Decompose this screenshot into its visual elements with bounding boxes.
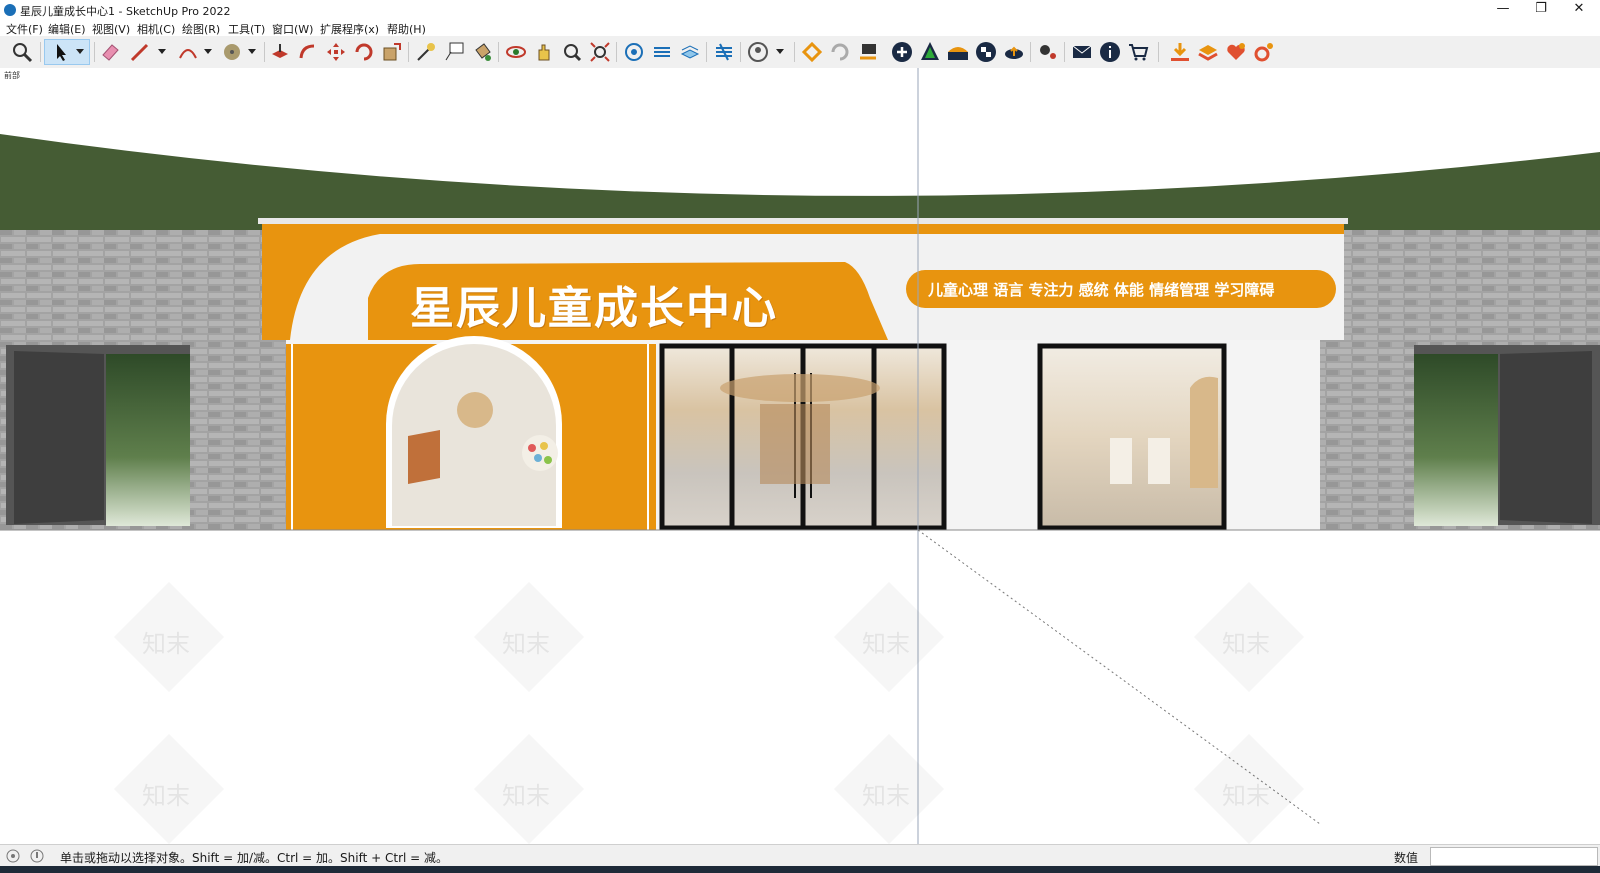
watermark-text: 知末	[142, 630, 190, 658]
toolbar-separator	[40, 42, 41, 62]
zoom-icon[interactable]	[10, 40, 34, 64]
pencil-dropdown-icon[interactable]	[158, 49, 166, 54]
menu-file[interactable]: 文件(F)	[6, 21, 43, 37]
scene-tab-label[interactable]: 前部	[4, 70, 20, 81]
mail-icon[interactable]	[1070, 40, 1094, 64]
menu-camera[interactable]: 相机(C)	[137, 21, 175, 37]
sign-title: 星辰儿童成长中心	[410, 283, 778, 334]
menu-edit[interactable]: 编辑(E)	[48, 21, 86, 37]
scale-icon[interactable]	[380, 40, 404, 64]
cart-icon[interactable]	[1126, 40, 1150, 64]
menu-help[interactable]: 帮助(H)	[387, 21, 426, 37]
pan-icon[interactable]	[532, 40, 556, 64]
menu-tools[interactable]: 工具(T)	[228, 21, 265, 37]
heart-icon[interactable]	[1224, 40, 1248, 64]
shape-dropdown-icon[interactable]	[248, 49, 256, 54]
layer-icon[interactable]	[650, 40, 674, 64]
model-viewport[interactable]: 前部 星辰儿童成长中心 儿童心理 语言 专注力 感统 体能 情绪管理 学习障碍 …	[0, 68, 1600, 844]
eraser-icon[interactable]	[98, 40, 122, 64]
toolbar-separator	[94, 42, 95, 62]
close-button[interactable]: ✕	[1556, 0, 1600, 20]
paint-bucket-icon[interactable]	[470, 40, 494, 64]
measurements-label: 数值	[1394, 851, 1419, 865]
menu-window[interactable]: 窗口(W)	[272, 21, 313, 37]
toolbar-separator	[408, 42, 409, 62]
export-icon[interactable]	[856, 40, 880, 64]
watermark-text: 知末	[862, 630, 910, 658]
gear-icon[interactable]	[1252, 40, 1276, 64]
toolbar-separator	[706, 42, 707, 62]
menu-view[interactable]: 视图(V)	[92, 21, 130, 37]
sign-services: 儿童心理 语言 专注力 感统 体能 情绪管理 学习障碍	[928, 281, 1275, 299]
orbit-icon[interactable]	[504, 40, 528, 64]
toolbar-separator	[1030, 42, 1031, 62]
watermark-text: 知末	[1222, 630, 1270, 658]
status-bar: 单击或拖动以选择对象。Shift = 加/减。Ctrl = 加。Shift + …	[0, 844, 1600, 867]
zoom-window-icon[interactable]	[560, 40, 584, 64]
watermark-text: 知末	[1222, 782, 1270, 810]
toolbar-separator	[794, 42, 795, 62]
move-icon[interactable]	[324, 40, 348, 64]
watermark-text: 知末	[862, 782, 910, 810]
tape-measure-icon[interactable]	[414, 40, 438, 64]
layers-icon[interactable]	[1196, 40, 1220, 64]
toolbar-separator	[1064, 42, 1065, 62]
menu-extensions[interactable]: 扩展程序(x)	[320, 21, 379, 37]
rotate-icon[interactable]	[352, 40, 376, 64]
measurements-input[interactable]	[1430, 847, 1598, 866]
toolbar-separator	[1158, 42, 1159, 62]
scene-render	[0, 68, 1600, 844]
download-icon[interactable]	[1168, 40, 1192, 64]
arc-icon[interactable]	[176, 40, 200, 64]
status-hint: 单击或拖动以选择对象。Shift = 加/减。Ctrl = 加。Shift + …	[60, 851, 449, 865]
toolbar-separator	[498, 42, 499, 62]
arc-dropdown-icon[interactable]	[204, 49, 212, 54]
tree-icon[interactable]	[918, 40, 942, 64]
extension-warehouse-icon[interactable]	[800, 40, 824, 64]
watermark-text: 知末	[502, 630, 550, 658]
cloud-icon[interactable]	[1002, 40, 1026, 64]
main-toolbar	[0, 36, 1600, 69]
watermark-text: 知末	[142, 782, 190, 810]
menu-draw[interactable]: 绘图(R)	[182, 21, 220, 37]
toolbar-separator	[264, 42, 265, 62]
tape-icon[interactable]	[220, 40, 244, 64]
account-dropdown-icon[interactable]	[776, 49, 784, 54]
sketchup-app-icon	[4, 4, 16, 16]
select-dropdown-icon[interactable]	[76, 49, 84, 54]
title-bar: 星辰儿童成长中心1 - SketchUp Pro 2022 — ❐ ✕	[0, 0, 1600, 20]
pencil-icon[interactable]	[128, 40, 152, 64]
toolbar-separator	[616, 42, 617, 62]
push-pull-icon[interactable]	[268, 40, 292, 64]
add-icon[interactable]	[890, 40, 914, 64]
info-icon[interactable]	[1098, 40, 1122, 64]
taskbar-strip	[0, 866, 1600, 873]
text-icon[interactable]	[442, 40, 466, 64]
checker-icon[interactable]	[974, 40, 998, 64]
refresh-icon[interactable]	[828, 40, 852, 64]
follow-me-icon[interactable]	[296, 40, 320, 64]
menu-bar: 文件(F) 编辑(E) 视图(V) 相机(C) 绘图(R) 工具(T) 窗口(W…	[0, 20, 1600, 36]
window-title: 星辰儿童成长中心1 - SketchUp Pro 2022	[20, 5, 231, 18]
credits-icon[interactable]	[30, 849, 44, 863]
toolbar-separator	[740, 42, 741, 62]
zoom-extents-icon[interactable]	[588, 40, 612, 64]
style-icon[interactable]	[678, 40, 702, 64]
section-icon[interactable]	[712, 40, 736, 64]
geo-location-icon[interactable]	[6, 849, 20, 863]
account-icon[interactable]	[746, 40, 770, 64]
watermark-text: 知末	[502, 782, 550, 810]
terrain-icon[interactable]	[946, 40, 970, 64]
settings-icon[interactable]	[1036, 40, 1060, 64]
component-icon[interactable]	[622, 40, 646, 64]
